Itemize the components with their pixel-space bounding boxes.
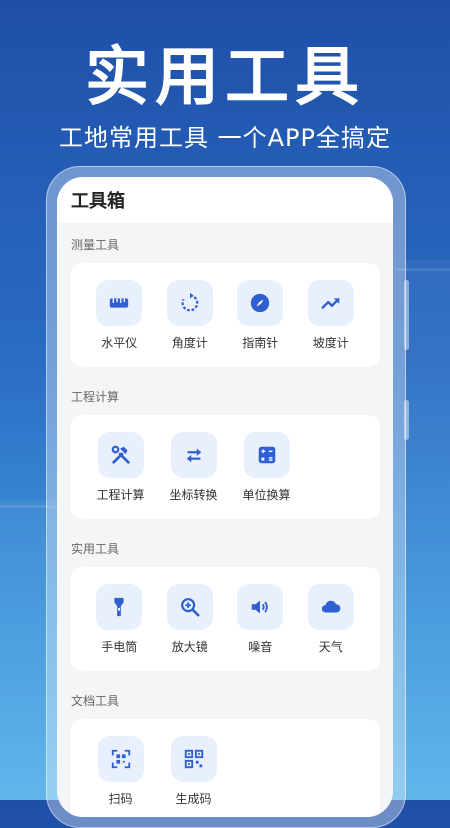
trending-up-icon <box>307 280 354 326</box>
zoom-in-icon <box>166 584 213 630</box>
tool-card-docs: 扫码 生成码 <box>70 719 380 817</box>
tool-label: 水平仪 <box>101 336 138 350</box>
tool-label: 单位换算 <box>242 488 291 502</box>
section-title: 实用工具 <box>71 542 120 556</box>
ruler-icon <box>96 280 143 326</box>
swap-arrows-icon <box>170 432 217 478</box>
compass-icon <box>237 280 284 326</box>
qr-code-icon <box>170 736 217 782</box>
hero-subtitle: 工地常用工具 一个APP全搞定 <box>59 124 391 152</box>
tool-label: 放大镜 <box>171 640 208 654</box>
tool-magnifier[interactable]: 放大镜 <box>155 567 226 671</box>
section-title: 文档工具 <box>71 694 120 708</box>
tool-angle[interactable]: 角度计 <box>155 263 226 367</box>
tool-label: 工程计算 <box>96 488 145 502</box>
cloud-icon <box>307 584 354 630</box>
app-title: 工具箱 <box>71 191 125 212</box>
tool-generate-code[interactable]: 生成码 <box>157 719 230 817</box>
tool-label: 坡度计 <box>312 336 349 350</box>
tool-flashlight[interactable]: 手电筒 <box>84 567 155 671</box>
tool-coord-convert[interactable]: 坐标转换 <box>157 415 230 519</box>
tool-label: 扫码 <box>108 792 133 806</box>
tool-level[interactable]: 水平仪 <box>84 263 155 367</box>
tool-unit-convert[interactable]: 单位换算 <box>230 415 303 519</box>
hero-title: 实用工具 <box>85 41 365 115</box>
tool-label: 手电筒 <box>101 640 138 654</box>
phone-screen: 工具箱 测量工具 水平仪 角度计 指南针 坡度计 工程计算 工程计算 坐标转换 … <box>57 177 393 817</box>
tool-label: 指南针 <box>242 336 279 350</box>
volume-icon <box>237 584 284 630</box>
tool-compass[interactable]: 指南针 <box>225 263 296 367</box>
phone-side-button <box>404 280 409 350</box>
section-title: 测量工具 <box>71 238 120 252</box>
tools-icon <box>97 432 144 478</box>
scan-qr-icon <box>97 736 144 782</box>
tool-card-utility: 手电筒 放大镜 噪音 天气 <box>70 567 380 671</box>
rotate-icon <box>166 280 213 326</box>
tool-engineering-calc[interactable]: 工程计算 <box>84 415 157 519</box>
tool-label: 噪音 <box>248 640 273 654</box>
tool-noise[interactable]: 噪音 <box>225 567 296 671</box>
tool-card-calc: 工程计算 坐标转换 单位换算 <box>70 415 380 519</box>
tool-label: 坐标转换 <box>169 488 218 502</box>
flashlight-icon <box>96 584 143 630</box>
phone-side-button <box>404 400 409 440</box>
tool-label: 生成码 <box>175 792 212 806</box>
app-bar: 工具箱 <box>57 177 393 223</box>
section-title: 工程计算 <box>71 390 120 404</box>
tool-weather[interactable]: 天气 <box>296 567 367 671</box>
tool-slope[interactable]: 坡度计 <box>296 263 367 367</box>
tool-label: 角度计 <box>171 336 208 350</box>
tool-label: 天气 <box>318 640 343 654</box>
tool-card-measure: 水平仪 角度计 指南针 坡度计 <box>70 263 380 367</box>
tool-scan[interactable]: 扫码 <box>84 719 157 817</box>
calculator-icon <box>243 432 290 478</box>
